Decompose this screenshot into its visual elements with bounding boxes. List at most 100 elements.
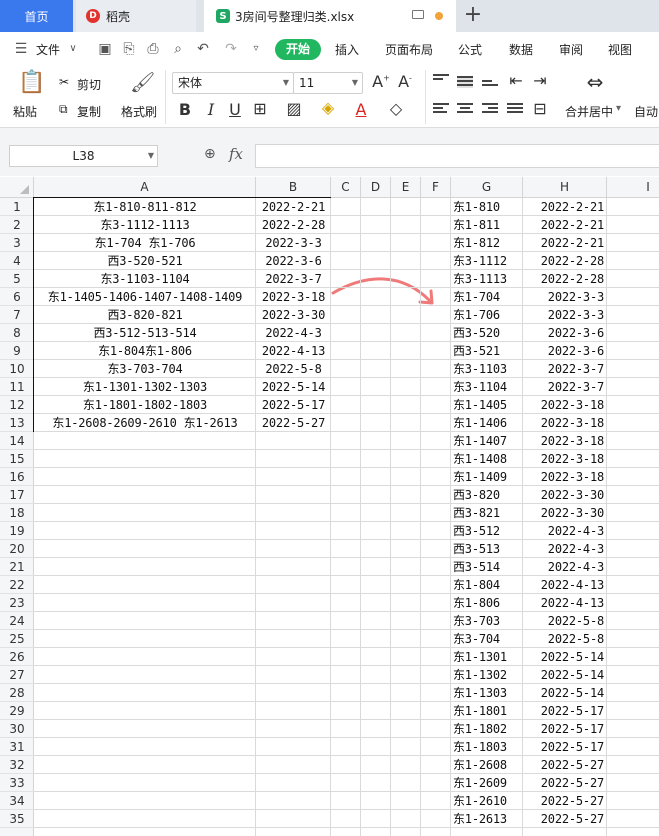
- menu-view[interactable]: 视图: [608, 41, 632, 58]
- table-cell[interactable]: 2022-2-21: [523, 198, 607, 216]
- table-cell[interactable]: 东1-2609: [451, 774, 523, 792]
- format-painter-icon[interactable]: 🖌: [130, 70, 155, 94]
- table-cell[interactable]: 东3-1113: [451, 270, 523, 288]
- table-cell[interactable]: 2022-3-18: [523, 432, 607, 450]
- justify-icon[interactable]: [507, 103, 523, 115]
- tab-daoke[interactable]: D 稻壳: [76, 0, 196, 32]
- menu-review[interactable]: 审阅: [559, 41, 583, 58]
- table-cell[interactable]: 2022-3-6: [523, 342, 607, 360]
- name-box[interactable]: L38 ▼: [9, 145, 158, 167]
- table-cell[interactable]: 西3-820: [451, 486, 523, 504]
- align-middle-icon[interactable]: [457, 76, 473, 88]
- table-cell[interactable]: 东1-1801: [451, 702, 523, 720]
- table-cell[interactable]: 2022-3-30: [256, 306, 331, 324]
- table-cell[interactable]: 西3-820-821: [34, 306, 256, 324]
- align-right-icon[interactable]: [482, 103, 498, 115]
- underline-icon[interactable]: U: [226, 100, 244, 119]
- row-header[interactable]: 2: [0, 216, 34, 234]
- table-cell[interactable]: 东1-2608: [451, 756, 523, 774]
- align-center-icon[interactable]: [457, 103, 473, 115]
- new-tab-button[interactable]: +: [461, 4, 485, 28]
- table-cell[interactable]: 东1-704: [451, 288, 523, 306]
- row-header[interactable]: 14: [0, 432, 34, 450]
- column-header[interactable]: F: [421, 177, 451, 198]
- table-cell[interactable]: 2022-3-18: [256, 288, 331, 306]
- table-cell[interactable]: 西3-520: [451, 324, 523, 342]
- table-cell[interactable]: 东1-1408: [451, 450, 523, 468]
- row-header[interactable]: 1: [0, 198, 34, 216]
- indent-decrease-icon[interactable]: ⇤: [507, 71, 525, 90]
- distribute-icon[interactable]: ⊟: [531, 99, 549, 118]
- table-cell[interactable]: 2022-2-28: [523, 270, 607, 288]
- tab-home[interactable]: 首页: [0, 0, 73, 32]
- row-header[interactable]: 23: [0, 594, 34, 612]
- row-header[interactable]: 12: [0, 396, 34, 414]
- table-cell[interactable]: 2022-5-14: [523, 648, 607, 666]
- font-color-icon[interactable]: A: [352, 100, 370, 119]
- table-cell[interactable]: 西3-521: [451, 342, 523, 360]
- table-cell[interactable]: 西3-514: [451, 558, 523, 576]
- row-header[interactable]: 8: [0, 324, 34, 342]
- align-top-icon[interactable]: [433, 74, 449, 82]
- table-cell[interactable]: 东1-811: [451, 216, 523, 234]
- table-cell[interactable]: 东1-810-811-812: [34, 198, 256, 216]
- print-icon[interactable]: ⎙: [144, 40, 162, 58]
- table-cell[interactable]: 2022-3-3: [256, 234, 331, 252]
- undo-icon[interactable]: ↶: [194, 40, 212, 58]
- row-header[interactable]: 11: [0, 378, 34, 396]
- table-cell[interactable]: 东3-704: [451, 630, 523, 648]
- table-cell[interactable]: 2022-5-17: [256, 396, 331, 414]
- table-cell[interactable]: 2022-3-18: [523, 468, 607, 486]
- table-cell[interactable]: 2022-3-6: [523, 324, 607, 342]
- table-cell[interactable]: 东1-1303: [451, 684, 523, 702]
- window-icon[interactable]: [412, 10, 424, 19]
- font-name-select[interactable]: 宋体 ▼: [172, 72, 294, 94]
- table-cell[interactable]: 2022-5-17: [523, 702, 607, 720]
- table-cell[interactable]: 东3-1103-1104: [34, 270, 256, 288]
- table-cell[interactable]: 西3-512: [451, 522, 523, 540]
- table-cell[interactable]: 2022-3-7: [523, 378, 607, 396]
- copy-icon[interactable]: ⧉: [59, 102, 68, 117]
- table-cell[interactable]: 东1-804东1-806: [34, 342, 256, 360]
- auto-wrap-button[interactable]: 自动: [634, 103, 658, 120]
- table-cell[interactable]: 2022-5-14: [256, 378, 331, 396]
- table-cell[interactable]: 2022-2-21: [256, 198, 331, 216]
- table-cell[interactable]: 2022-4-13: [523, 576, 607, 594]
- row-header[interactable]: 25: [0, 630, 34, 648]
- table-cell[interactable]: 东1-1407: [451, 432, 523, 450]
- table-cell[interactable]: 2022-5-8: [523, 630, 607, 648]
- table-cell[interactable]: 东1-1301-1302-1303: [34, 378, 256, 396]
- formula-input[interactable]: [255, 144, 659, 168]
- table-cell[interactable]: 2022-3-7: [523, 360, 607, 378]
- menu-insert[interactable]: 插入: [335, 41, 359, 58]
- table-cell[interactable]: 东1-1405-1406-1407-1408-1409: [34, 288, 256, 306]
- table-cell[interactable]: 2022-4-13: [523, 594, 607, 612]
- bold-icon[interactable]: B: [176, 100, 194, 119]
- table-cell[interactable]: 东3-703-704: [34, 360, 256, 378]
- column-header[interactable]: C: [331, 177, 361, 198]
- indent-increase-icon[interactable]: ⇥: [531, 71, 549, 90]
- table-cell[interactable]: 2022-5-27: [523, 756, 607, 774]
- table-cell[interactable]: 东1-1302: [451, 666, 523, 684]
- table-cell[interactable]: 2022-3-7: [256, 270, 331, 288]
- row-header[interactable]: 22: [0, 576, 34, 594]
- table-cell[interactable]: 2022-4-3: [523, 558, 607, 576]
- table-cell[interactable]: 2022-2-28: [523, 252, 607, 270]
- column-header[interactable]: G: [451, 177, 523, 198]
- align-bottom-icon[interactable]: [482, 80, 498, 88]
- column-header[interactable]: E: [391, 177, 421, 198]
- table-cell[interactable]: 西3-513: [451, 540, 523, 558]
- table-cell[interactable]: 东1-1405: [451, 396, 523, 414]
- fill-pattern-icon[interactable]: ▨: [285, 99, 303, 118]
- menu-file[interactable]: 文件: [36, 41, 60, 58]
- row-header[interactable]: 18: [0, 504, 34, 522]
- table-cell[interactable]: 东1-1301: [451, 648, 523, 666]
- row-header[interactable]: 20: [0, 540, 34, 558]
- row-header[interactable]: 6: [0, 288, 34, 306]
- row-header[interactable]: 26: [0, 648, 34, 666]
- row-header[interactable]: 17: [0, 486, 34, 504]
- table-cell[interactable]: 2022-2-21: [523, 234, 607, 252]
- align-left-icon[interactable]: [433, 103, 449, 115]
- table-cell[interactable]: 2022-5-14: [523, 666, 607, 684]
- export-icon[interactable]: ⎘: [120, 40, 138, 58]
